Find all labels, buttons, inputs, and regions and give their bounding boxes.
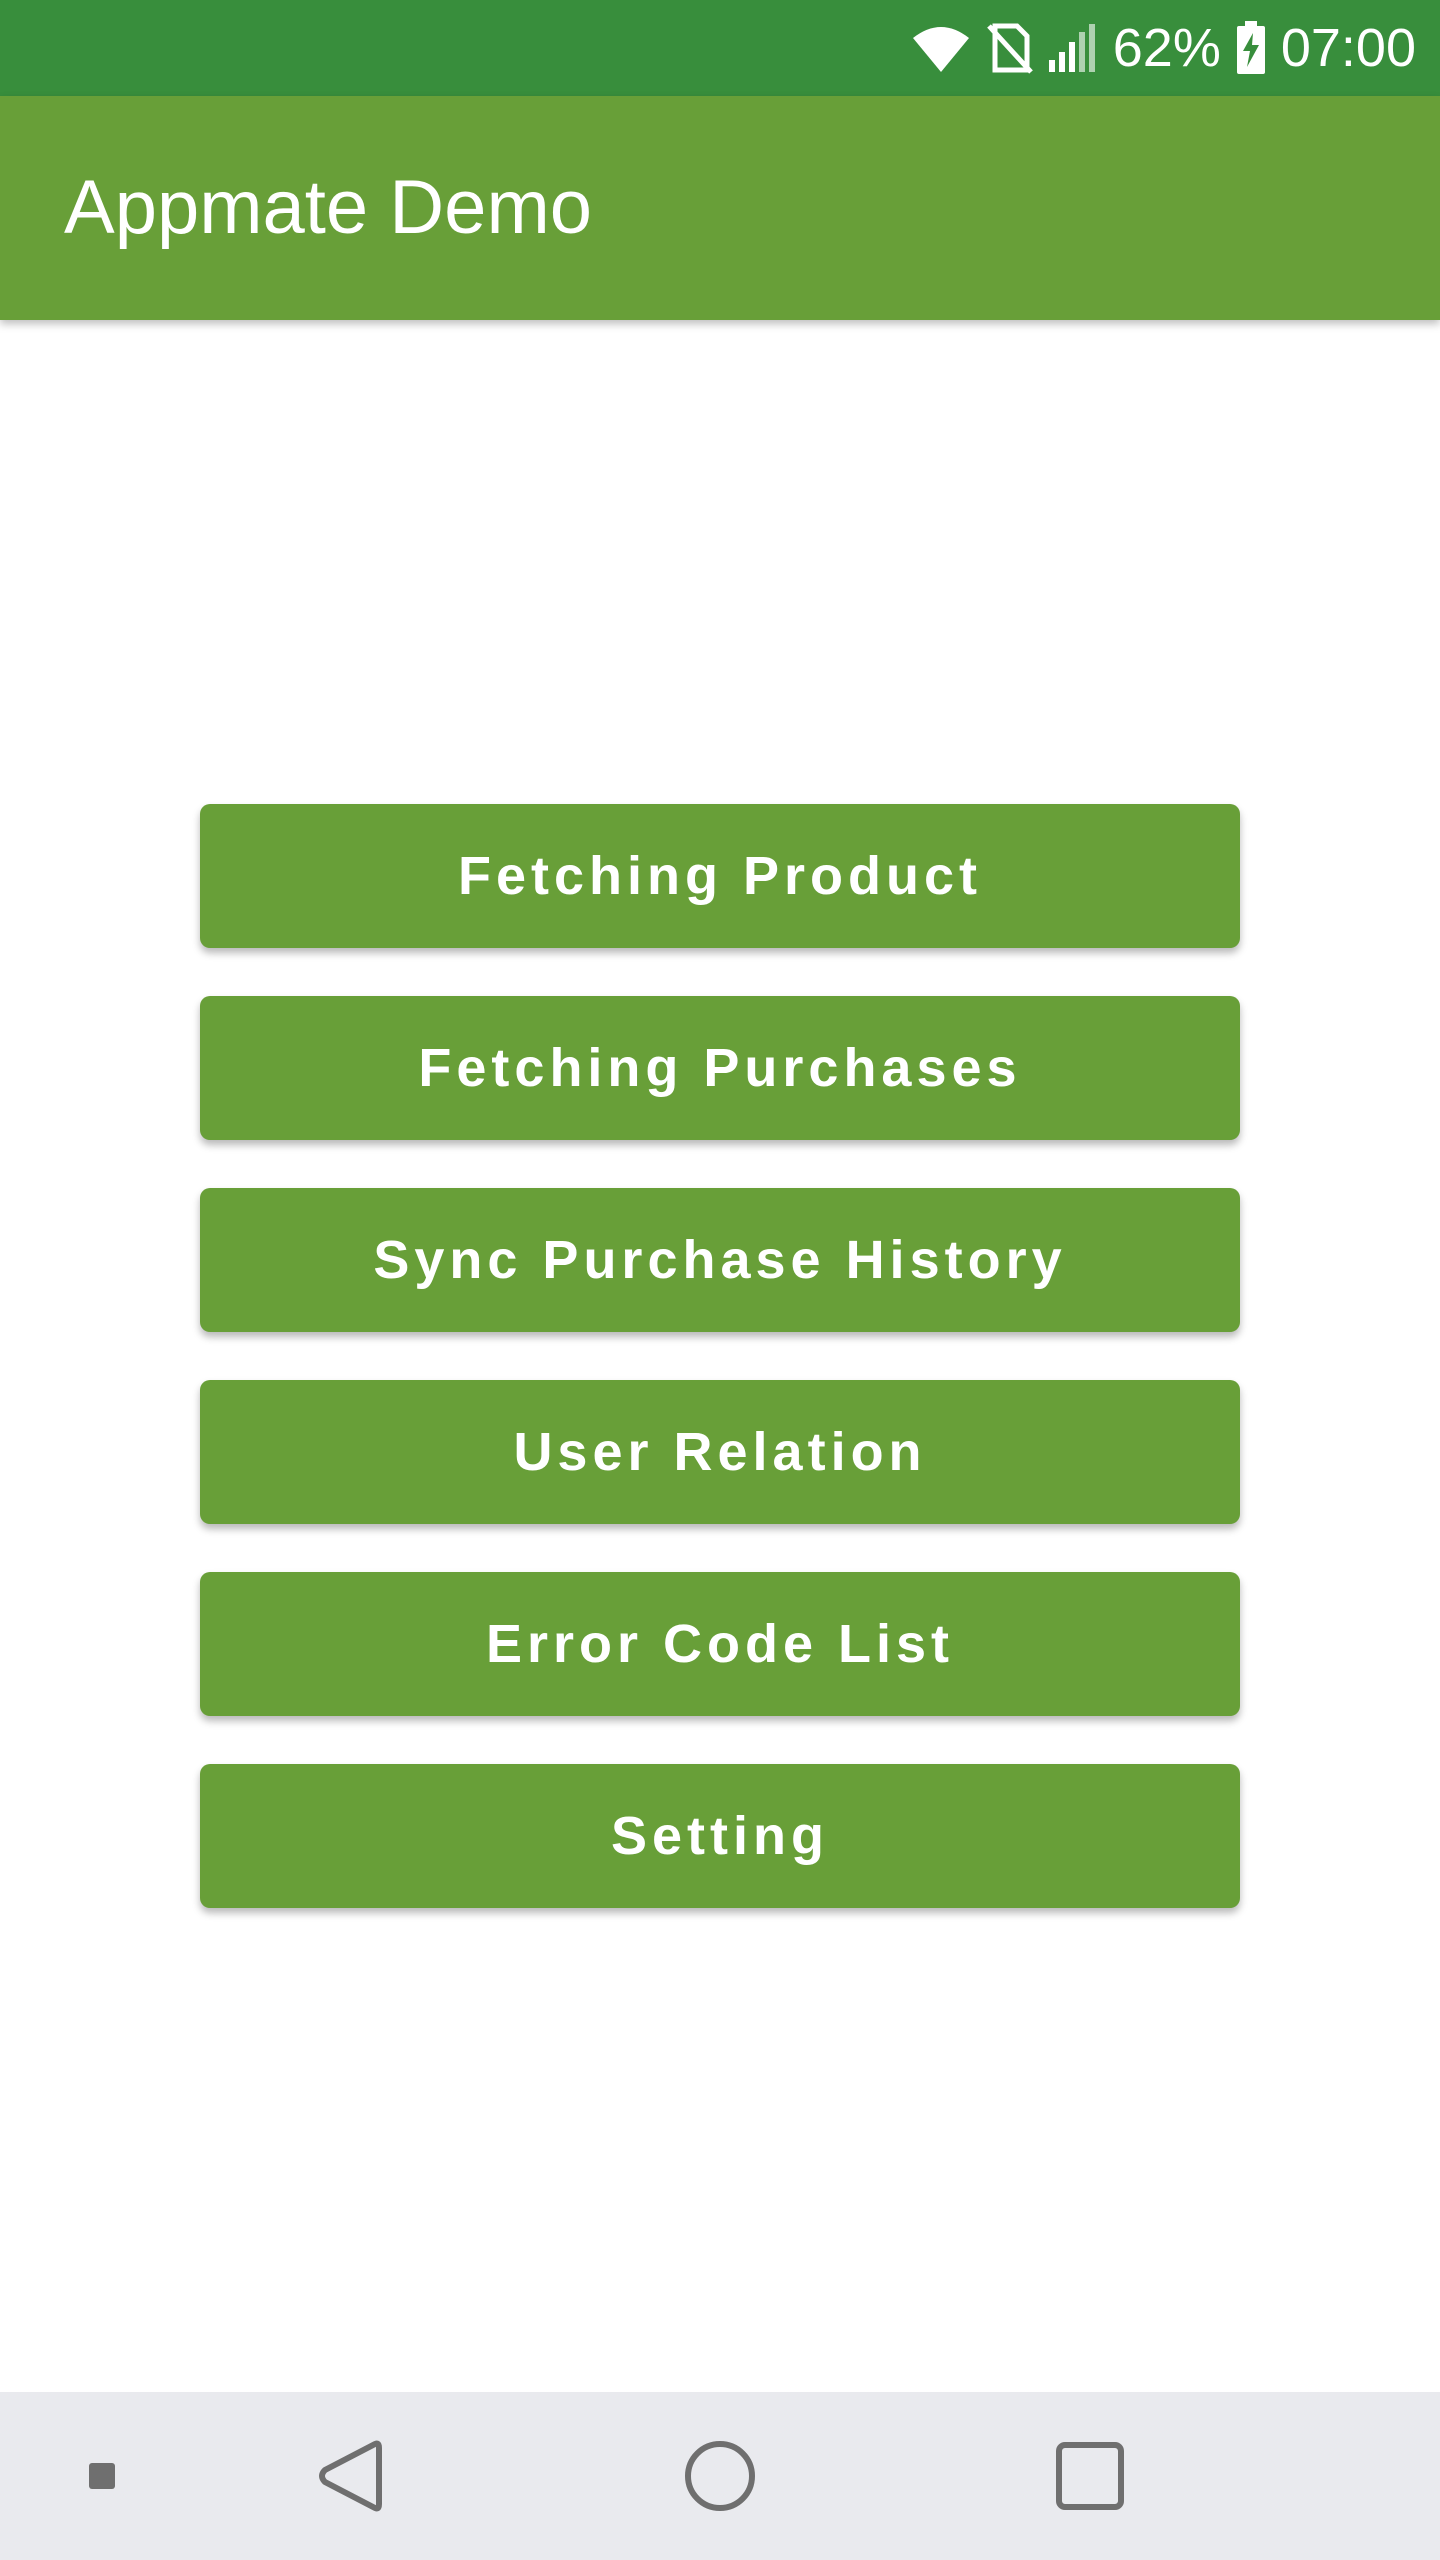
no-sim-icon: [985, 22, 1033, 74]
sync-purchase-history-button[interactable]: Sync Purchase History: [200, 1188, 1240, 1332]
status-icons: 62% 07:00: [911, 0, 1416, 96]
status-bar: 62% 07:00: [0, 0, 1440, 96]
app-bar: Appmate Demo: [0, 96, 1440, 320]
wifi-icon: [911, 22, 971, 74]
clock: 07:00: [1280, 18, 1416, 78]
fetching-purchases-button[interactable]: Fetching Purchases: [200, 996, 1240, 1140]
user-relation-button[interactable]: User Relation: [200, 1380, 1240, 1524]
error-code-list-button[interactable]: Error Code List: [200, 1572, 1240, 1716]
app-title: Appmate Demo: [64, 165, 593, 250]
signal-icon: [1047, 22, 1099, 74]
fetching-product-button[interactable]: Fetching Product: [200, 804, 1240, 948]
recents-icon[interactable]: [1050, 2392, 1130, 2560]
home-icon[interactable]: [680, 2392, 760, 2560]
menu-dot-icon[interactable]: [70, 2392, 134, 2560]
battery-charging-icon: [1235, 21, 1267, 75]
battery-percent: 62%: [1112, 18, 1221, 78]
setting-button[interactable]: Setting: [200, 1764, 1240, 1908]
back-icon[interactable]: [310, 2392, 390, 2560]
navigation-bar: [0, 2392, 1440, 2560]
button-list: Fetching Product Fetching Purchases Sync…: [200, 804, 1240, 1956]
